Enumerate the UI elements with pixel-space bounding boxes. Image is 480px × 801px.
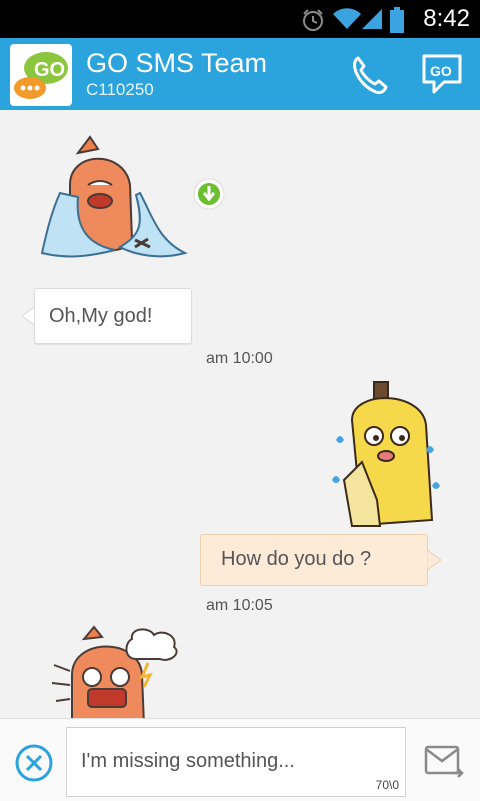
contact-name: GO SMS Team: [86, 48, 268, 78]
composer-bar: I'm missing something... 70\0: [0, 718, 480, 801]
message-timestamp: am 10:05: [206, 597, 273, 614]
avatar[interactable]: GO: [10, 44, 72, 106]
go-button-text: GO: [430, 63, 452, 79]
incoming-message-text: Oh,My god!: [49, 305, 153, 327]
contact-number: C110250: [86, 80, 154, 99]
message-list[interactable]: Oh,My god! am 10:00 How do you do ? am 1…: [0, 110, 480, 718]
send-button[interactable]: [422, 743, 466, 783]
bubble-tail-outgoing: [427, 550, 441, 570]
go-chat-icon: GO: [422, 54, 462, 94]
send-icon: [424, 745, 464, 778]
outgoing-message-text: How do you do ?: [221, 548, 372, 570]
call-button[interactable]: [348, 52, 392, 96]
angry-sausage-sticker[interactable]: [50, 625, 190, 718]
crying-sausage-sticker[interactable]: [40, 135, 190, 260]
go-menu-button[interactable]: GO: [420, 52, 464, 96]
clear-icon: [15, 744, 53, 782]
phone-icon: [353, 56, 388, 94]
go-sms-logo-icon: GO: [12, 46, 70, 104]
incoming-message-bubble[interactable]: Oh,My god!: [34, 288, 192, 344]
message-input-text[interactable]: I'm missing something...: [81, 750, 295, 773]
character-counter: 70\0: [375, 778, 399, 792]
alarm-icon: [303, 9, 323, 31]
status-bar: 8:42: [0, 0, 480, 38]
clear-button[interactable]: [14, 743, 54, 783]
download-icon[interactable]: [192, 177, 226, 211]
message-timestamp: am 10:00: [206, 350, 273, 367]
conversation-header: GO GO SMS Team C110250 GO: [0, 38, 480, 110]
wifi-icon: [333, 8, 361, 30]
avatar-text: GO: [34, 59, 65, 81]
outgoing-message-bubble[interactable]: How do you do ?: [200, 534, 428, 586]
message-input[interactable]: I'm missing something... 70\0: [66, 727, 406, 797]
status-time: 8:42: [423, 5, 470, 32]
nervous-banana-sticker[interactable]: [322, 380, 447, 528]
signal-icon: [362, 9, 382, 29]
battery-icon: [390, 7, 404, 33]
